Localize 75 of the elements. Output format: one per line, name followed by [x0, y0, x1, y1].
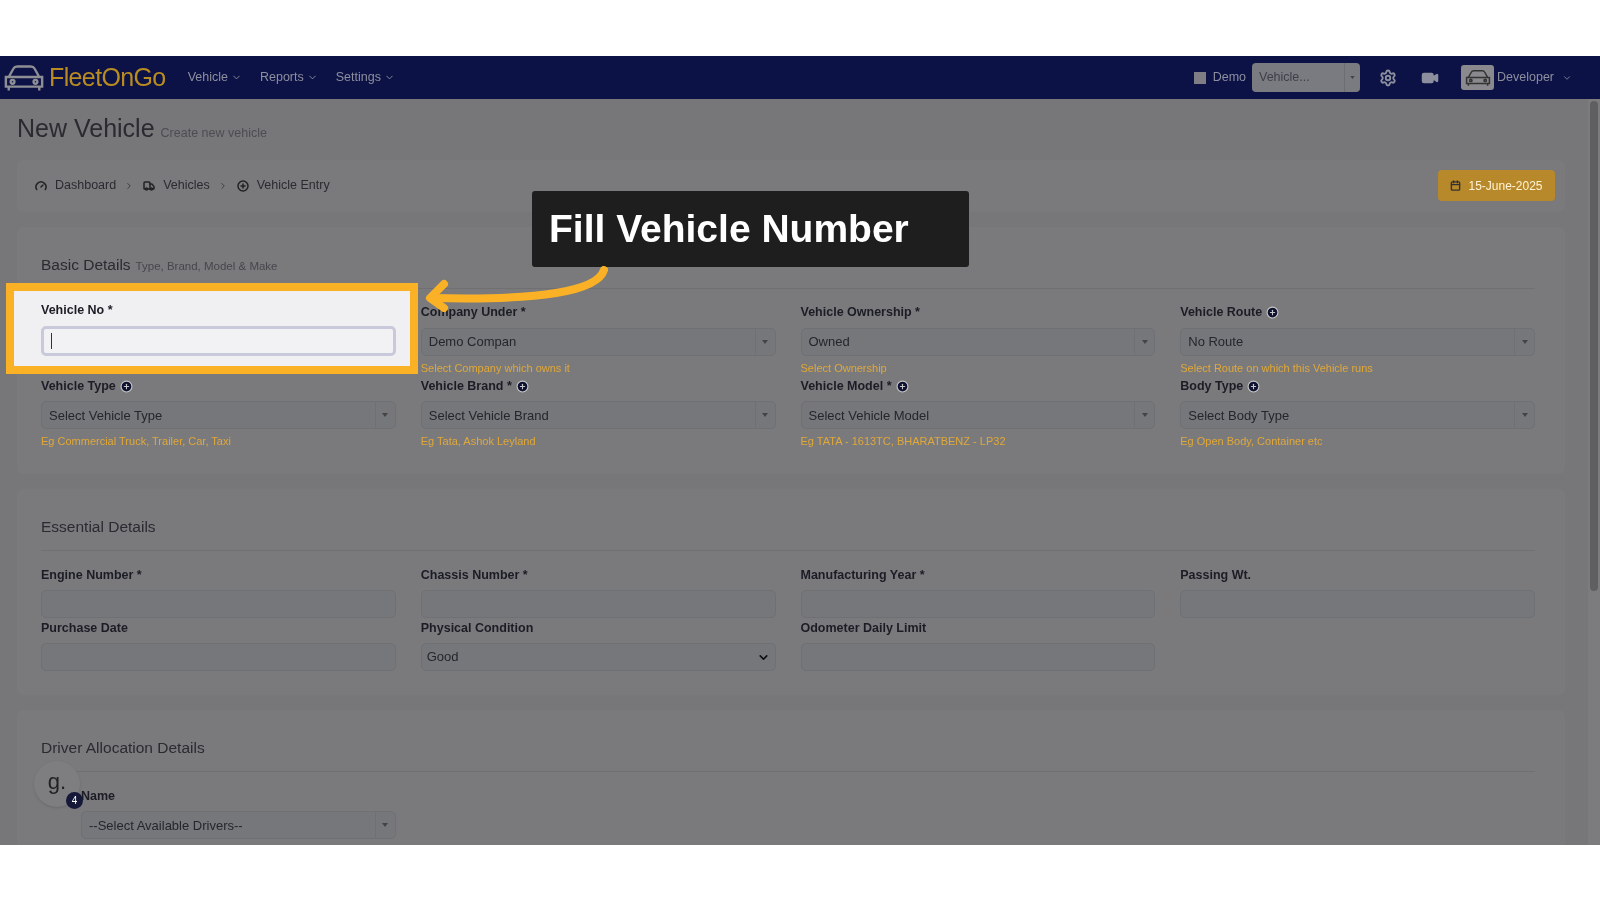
- field-label: Company Under *: [420, 304, 526, 322]
- field-label: Manufacturing Year *: [800, 566, 925, 584]
- field-label: Vehicle No *: [41, 302, 113, 320]
- plus-circle-icon: [236, 179, 249, 192]
- demo-checkbox[interactable]: [1193, 71, 1206, 84]
- section-title: Basic Details: [41, 254, 131, 275]
- breadcrumb-link[interactable]: Vehicles: [163, 176, 210, 195]
- add-icon[interactable]: [1266, 306, 1280, 320]
- input-field[interactable]: [41, 325, 396, 356]
- select-field[interactable]: Good: [420, 643, 776, 671]
- breadcrumb-link[interactable]: Dashboard: [55, 176, 117, 195]
- caret-icon: [382, 413, 389, 418]
- hint-text: Select Ownership: [800, 360, 888, 376]
- select-field[interactable]: Select Vehicle Type: [41, 401, 396, 430]
- field-label: Physical Condition: [420, 619, 534, 637]
- caret-icon: [1141, 339, 1148, 344]
- caret-icon: [382, 823, 389, 828]
- text-cursor: [51, 332, 52, 349]
- demo-label: Demo: [1212, 69, 1246, 87]
- user-avatar[interactable]: [1461, 65, 1494, 90]
- truck-icon: [143, 179, 156, 192]
- car-logo-icon: [3, 62, 45, 93]
- field-label: Odometer Daily Limit: [800, 619, 927, 637]
- select-field[interactable]: No Route: [1180, 327, 1535, 356]
- select-field[interactable]: Select Vehicle Brand: [420, 401, 776, 430]
- field-label: Purchase Date: [41, 619, 128, 637]
- select-field[interactable]: Owned: [800, 327, 1156, 356]
- vehicle-select[interactable]: Vehicle...: [1252, 63, 1360, 92]
- hint-text: Eg Open Body, Container etc: [1180, 434, 1324, 450]
- field-label: Vehicle Model *: [800, 377, 892, 395]
- field-label: Name: [81, 787, 116, 805]
- breadcrumb-link[interactable]: Vehicle Entry: [256, 176, 330, 195]
- settings-icon[interactable]: [1379, 68, 1397, 87]
- add-icon[interactable]: [895, 379, 909, 393]
- section-title: Driver Allocation Details: [41, 738, 205, 758]
- field-label: Chassis Number *: [420, 566, 528, 584]
- field-label: Vehicle Brand *: [420, 377, 512, 395]
- field-label: Vehicle Ownership *: [800, 304, 920, 322]
- nav-menu[interactable]: Settings: [335, 68, 395, 87]
- logo-text: FleetOnGo: [49, 61, 166, 93]
- callout-box: Fill Vehicle Number: [532, 191, 969, 267]
- caret-icon: [762, 413, 768, 418]
- count-badge: 4: [66, 792, 83, 809]
- calendar-icon: [1450, 180, 1462, 191]
- caret-icon: [1521, 339, 1528, 344]
- caret-icon: [1521, 413, 1528, 418]
- select-field[interactable]: --Select Available Drivers--: [81, 811, 396, 840]
- car-icon: [1463, 68, 1492, 87]
- hint-text: Select Route on which this Vehicle runs: [1180, 360, 1374, 376]
- select-field[interactable]: Demo Compan: [420, 327, 776, 356]
- field-label: Engine Number *: [41, 566, 142, 584]
- field-label: Body Type: [1180, 377, 1244, 395]
- section-title: Essential Details: [41, 516, 156, 537]
- field-label: Passing Wt.: [1180, 566, 1252, 584]
- date-badge[interactable]: 15-June-2025: [1438, 170, 1555, 201]
- scrollbar-thumb[interactable]: [1590, 101, 1598, 591]
- caret-icon: [1350, 76, 1355, 79]
- hint-text: Eg Commercial Truck, Trailer, Car, Taxi: [41, 434, 232, 450]
- user-menu[interactable]: Developer: [1497, 68, 1572, 87]
- nav-menu[interactable]: Reports: [259, 68, 318, 87]
- select-field[interactable]: Select Vehicle Model: [800, 401, 1156, 430]
- field-label: Vehicle Route: [1180, 304, 1263, 322]
- field-label: Vehicle Type: [41, 377, 116, 395]
- hint-text: Eg Tata, Ashok Leyland: [420, 434, 537, 450]
- caret-icon: [1141, 413, 1148, 418]
- add-icon[interactable]: [515, 379, 529, 393]
- gauge-icon: [35, 179, 47, 192]
- add-icon[interactable]: [1247, 379, 1261, 393]
- select-field[interactable]: Select Body Type: [1180, 401, 1535, 430]
- add-icon[interactable]: [119, 379, 133, 393]
- hint-text: Eg TATA - 1613TC, BHARATBENZ - LP32: [800, 434, 1007, 450]
- nav-menu[interactable]: Vehicle: [187, 68, 242, 87]
- page-title: New Vehicle: [17, 113, 155, 144]
- hint-text: Select Company which owns it: [420, 360, 571, 376]
- caret-icon: [762, 339, 768, 344]
